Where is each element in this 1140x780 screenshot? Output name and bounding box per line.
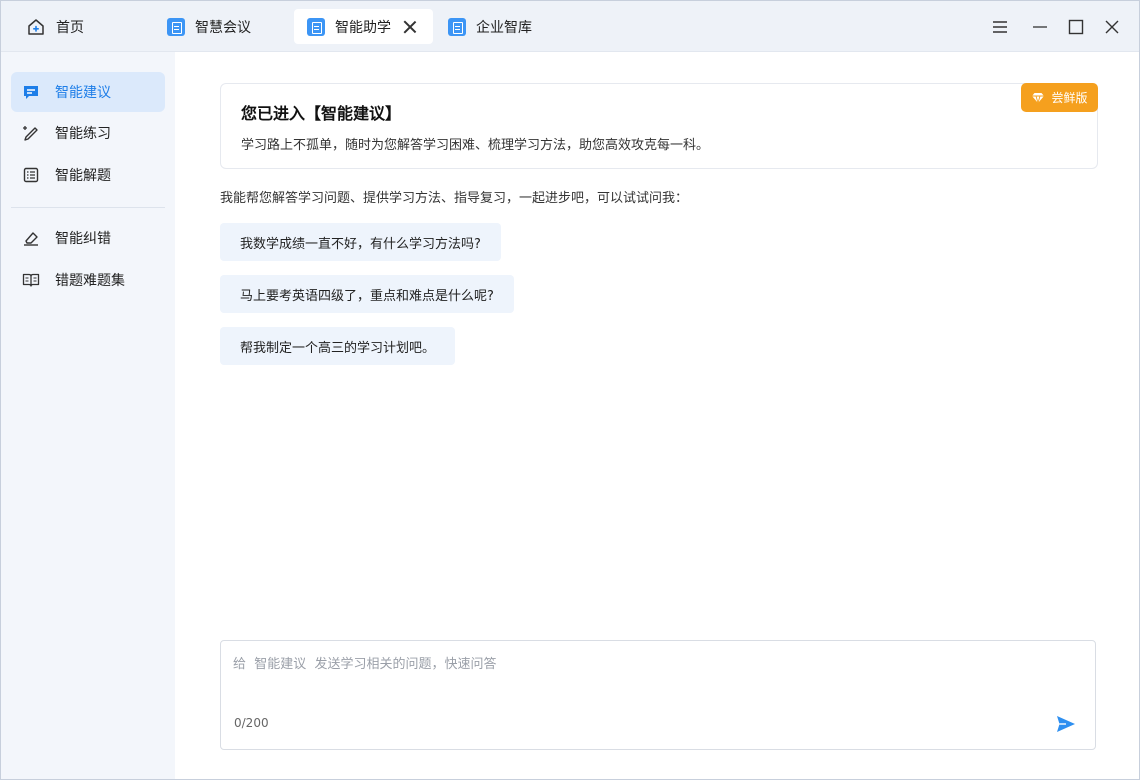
list-doc-icon bbox=[22, 166, 40, 184]
help-text: 我能帮您解答学习问题、提供学习方法、指导复习，一起进步吧，可以试试问我： bbox=[220, 191, 689, 206]
suggestion-chip[interactable]: 马上要考英语四级了，重点和难点是什么呢? bbox=[220, 275, 514, 313]
title-bar: 首页 智慧会议 智能助学 企业智库 bbox=[1, 1, 1139, 52]
trial-badge: 尝鲜版 bbox=[1021, 83, 1098, 112]
suggestion-chip[interactable]: 我数学成绩一直不好，有什么学习方法吗? bbox=[220, 223, 501, 261]
tab-smart-learning[interactable]: 智能助学 bbox=[294, 9, 433, 44]
sidebar-item-smart-suggestion[interactable]: 智能建议 bbox=[11, 72, 165, 112]
sidebar-item-label: 智能解题 bbox=[55, 168, 111, 184]
document-icon bbox=[167, 17, 185, 36]
sidebar-item-smart-solve[interactable]: 智能解题 bbox=[11, 155, 165, 195]
tab-label: 首页 bbox=[56, 19, 84, 36]
document-icon bbox=[448, 17, 466, 36]
menu-icon[interactable] bbox=[990, 17, 1010, 37]
char-counter: 0/200 bbox=[234, 716, 269, 730]
intro-card: 您已进入【智能建议】 学习路上不孤单，随时为您解答学习困难、梳理学习方法，助您高… bbox=[220, 83, 1098, 169]
tab-label: 企业智库 bbox=[476, 19, 532, 36]
tab-label: 智能助学 bbox=[335, 19, 391, 36]
tab-smart-meeting[interactable]: 智慧会议 bbox=[167, 9, 251, 44]
sidebar: 智能建议 智能练习 智能解题 智能纠错 错题难题集 bbox=[1, 52, 175, 779]
send-icon[interactable] bbox=[1055, 713, 1077, 735]
close-tab-icon[interactable] bbox=[403, 20, 417, 34]
app-window: 首页 智慧会议 智能助学 企业智库 智能建议 智能练习 智能解题 智能纠错 错题… bbox=[0, 0, 1140, 780]
sidebar-item-mistake-collection[interactable]: 错题难题集 bbox=[11, 260, 165, 300]
intro-title: 您已进入【智能建议】 bbox=[241, 104, 402, 123]
sidebar-item-smart-correction[interactable]: 智能纠错 bbox=[11, 218, 165, 258]
chat-bubble-icon bbox=[22, 83, 40, 101]
message-composer: 0/200 bbox=[220, 640, 1096, 750]
magic-pen-icon bbox=[22, 124, 40, 142]
sidebar-divider bbox=[11, 207, 165, 208]
eraser-icon bbox=[22, 229, 40, 247]
open-book-icon bbox=[22, 271, 40, 289]
diamond-icon bbox=[1031, 92, 1045, 105]
question-input[interactable] bbox=[233, 653, 1083, 703]
tab-label: 智慧会议 bbox=[195, 19, 251, 36]
sidebar-item-smart-practice[interactable]: 智能练习 bbox=[11, 113, 165, 153]
minimize-icon[interactable] bbox=[1030, 17, 1050, 37]
intro-description: 学习路上不孤单，随时为您解答学习困难、梳理学习方法，助您高效攻克每一科。 bbox=[241, 138, 710, 153]
close-window-icon[interactable] bbox=[1102, 17, 1122, 37]
tab-enterprise-kb[interactable]: 企业智库 bbox=[448, 9, 532, 44]
home-icon bbox=[27, 18, 45, 36]
sidebar-item-label: 错题难题集 bbox=[55, 273, 125, 289]
document-icon bbox=[307, 17, 325, 36]
sidebar-item-label: 智能建议 bbox=[55, 85, 111, 101]
main-content: 您已进入【智能建议】 学习路上不孤单，随时为您解答学习困难、梳理学习方法，助您高… bbox=[175, 52, 1139, 779]
suggestion-chip[interactable]: 帮我制定一个高三的学习计划吧。 bbox=[220, 327, 456, 365]
maximize-icon[interactable] bbox=[1066, 17, 1086, 37]
sidebar-item-label: 智能练习 bbox=[55, 126, 111, 142]
badge-label: 尝鲜版 bbox=[1051, 91, 1088, 105]
tab-home[interactable]: 首页 bbox=[27, 9, 84, 44]
sidebar-item-label: 智能纠错 bbox=[55, 231, 111, 247]
